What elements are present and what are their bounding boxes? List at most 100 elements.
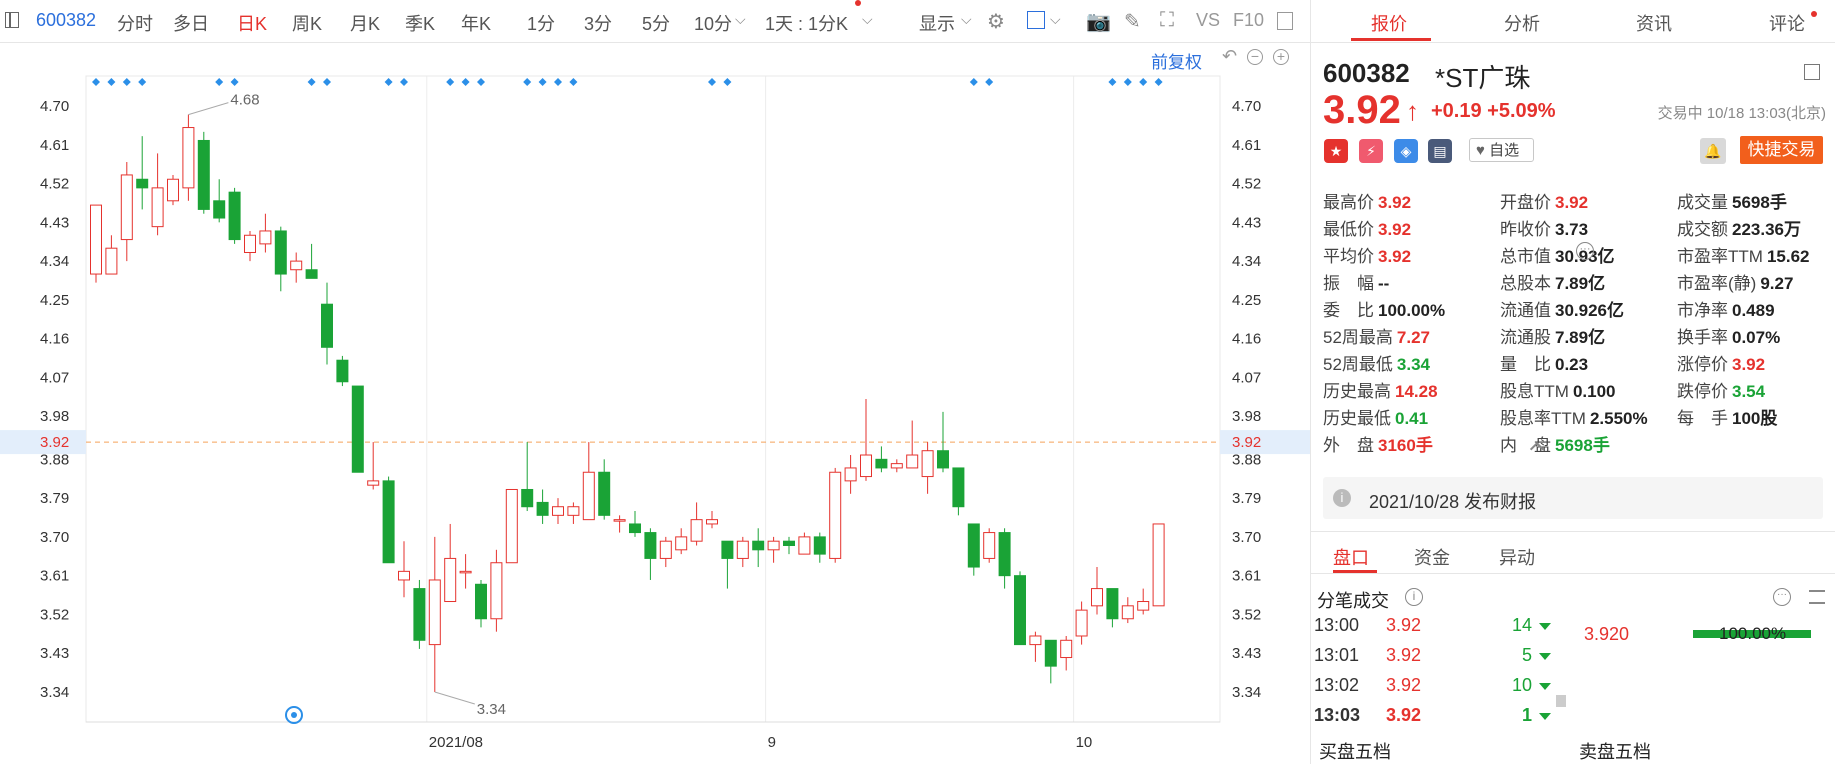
period-tab-4[interactable]: 月K <box>350 10 380 36</box>
interval-select[interactable]: 1天 : 1分K <box>765 10 848 36</box>
tab-orderbook[interactable]: 盘口 <box>1333 544 1369 570</box>
period-tab-10[interactable]: 10分 <box>694 10 732 36</box>
sidebar-toggle-icon[interactable] <box>5 12 19 28</box>
chevron-down-icon[interactable]: ⌵ <box>862 11 873 28</box>
menu-icon[interactable] <box>1809 590 1825 604</box>
more-icon[interactable]: ··· <box>1576 242 1594 260</box>
period-tab-6[interactable]: 年K <box>461 10 491 36</box>
info-icon[interactable]: i <box>1405 588 1423 606</box>
candle-body <box>305 269 318 279</box>
tab-funds[interactable]: 资金 <box>1414 544 1450 570</box>
y-tick-right: 3.98 <box>1232 408 1261 425</box>
undo-icon[interactable]: ↶ <box>1222 46 1237 67</box>
note-icon[interactable]: ▤ <box>1428 139 1452 163</box>
period-tab-1[interactable]: 多日 <box>173 10 209 36</box>
stat-9-1: 内 盘 5698手 <box>1500 436 1610 455</box>
event-marker <box>122 78 131 86</box>
detail-icon[interactable] <box>1804 64 1820 80</box>
event-marker <box>969 78 978 86</box>
tab-movements[interactable]: 异动 <box>1499 544 1535 570</box>
candle-body <box>983 532 996 559</box>
y-tick-right: 4.16 <box>1232 331 1261 348</box>
period-tab-0[interactable]: 分时 <box>117 10 153 36</box>
square-icon[interactable] <box>1027 11 1045 29</box>
tab-comments[interactable]: 评论 <box>1769 10 1805 36</box>
triangle-down-icon <box>1539 623 1551 630</box>
candle-body <box>752 540 765 551</box>
y-tick-left: 4.16 <box>40 331 69 348</box>
candle-body <box>398 570 410 581</box>
quick-trade-button[interactable]: 快捷交易 <box>1740 136 1823 164</box>
candle-body <box>613 519 626 522</box>
chevron-down-icon[interactable]: ⌵ <box>1050 11 1061 28</box>
candle-body <box>721 540 734 559</box>
add-watchlist-button[interactable]: ♥ 自选 <box>1469 138 1534 162</box>
china-flag-icon[interactable]: ★ <box>1324 139 1348 163</box>
tag-icon[interactable]: ◈ <box>1394 139 1418 163</box>
chevron-down-icon[interactable]: ⌵ <box>961 11 972 28</box>
vs-compare-button[interactable]: VS <box>1196 10 1220 31</box>
y-tick-right: 4.61 <box>1232 137 1261 154</box>
y-tick-left: 4.52 <box>40 176 69 193</box>
panel-icon[interactable] <box>1277 12 1293 30</box>
y-tick-right: 3.52 <box>1232 606 1261 623</box>
chart-toolbar: 600382 分时 多日 日K 周K 月K 季K 年K 1分 3分 5分 10分 ⌵ 1天 : 1分… <box>0 0 1310 43</box>
fullscreen-icon[interactable]: ⛶ <box>1160 9 1174 32</box>
candle-body <box>690 519 703 542</box>
x-tick-label: 2021/08 <box>429 734 483 751</box>
stock-code-link[interactable]: 600382 <box>36 10 96 31</box>
zoom-out-icon[interactable]: − <box>1247 49 1263 65</box>
more-icon[interactable]: ··· <box>1773 588 1791 606</box>
candle-body <box>351 385 364 473</box>
y-tick-left: 4.61 <box>40 137 69 154</box>
max-annotation-line <box>188 102 229 116</box>
stat-9-0: 外 盘 3160手 <box>1323 436 1433 455</box>
pencil-icon[interactable]: ✎ <box>1124 9 1141 34</box>
x-tick-label: 10 <box>1076 734 1093 751</box>
stat-8-0: 历史最低 0.41 <box>1323 409 1429 428</box>
stat-5-2: 换手率 0.07% <box>1677 328 1781 347</box>
period-tab-9[interactable]: 5分 <box>642 10 670 36</box>
earnings-notice[interactable]: i 2021/10/28 发布财报 <box>1323 477 1823 519</box>
tab-news[interactable]: 资讯 <box>1636 10 1672 36</box>
y-tick-left: 3.61 <box>40 568 69 585</box>
min-annotation: 3.34 <box>477 701 506 718</box>
event-marker <box>138 78 147 86</box>
period-tab-2[interactable]: 日K <box>237 10 267 36</box>
candle-body <box>736 540 749 559</box>
restore-rights-button[interactable]: 前复权 <box>1151 48 1202 73</box>
event-marker <box>307 78 316 86</box>
period-tab-8[interactable]: 3分 <box>584 10 612 36</box>
tab-underline <box>1351 38 1431 41</box>
candle-body <box>1137 601 1150 611</box>
bell-icon[interactable]: 🔔 <box>1700 138 1726 164</box>
event-marker <box>400 78 408 86</box>
display-menu-button[interactable]: 显示 <box>919 10 955 36</box>
candle-body <box>767 540 780 551</box>
event-marker <box>215 78 224 86</box>
candle-body <box>459 570 472 574</box>
camera-icon[interactable]: 📷 <box>1086 9 1111 34</box>
candle-body <box>213 200 226 219</box>
quote-name: *ST广珠 <box>1435 63 1531 93</box>
candle-body <box>259 230 272 245</box>
candle-body <box>813 536 826 555</box>
event-circle-dot <box>291 712 297 718</box>
chevron-down-icon[interactable]: ⌵ <box>735 11 746 28</box>
tab-quote[interactable]: 报价 <box>1371 10 1407 36</box>
candle-body <box>444 557 457 603</box>
f10-button[interactable]: F10 <box>1233 10 1264 31</box>
lightning-icon[interactable]: ⚡ <box>1359 139 1383 163</box>
candle-body <box>798 536 811 555</box>
candle-body <box>336 359 349 383</box>
period-tab-3[interactable]: 周K <box>292 10 322 36</box>
y-tick-right: 4.70 <box>1232 98 1261 115</box>
period-tab-7[interactable]: 1分 <box>527 10 555 36</box>
period-tab-5[interactable]: 季K <box>405 10 435 36</box>
y-tick-right: 3.79 <box>1232 490 1261 507</box>
kline-chart[interactable]: 4.70 4.70 4.61 4.61 4.52 4.52 4.43 4.43 4.34 4.34… <box>0 42 1310 764</box>
gear-icon[interactable]: ⚙ <box>987 9 1005 34</box>
ask-title: 卖盘五档 <box>1579 742 1651 762</box>
tab-analysis[interactable]: 分析 <box>1504 10 1540 36</box>
zoom-in-icon[interactable]: + <box>1273 49 1289 65</box>
